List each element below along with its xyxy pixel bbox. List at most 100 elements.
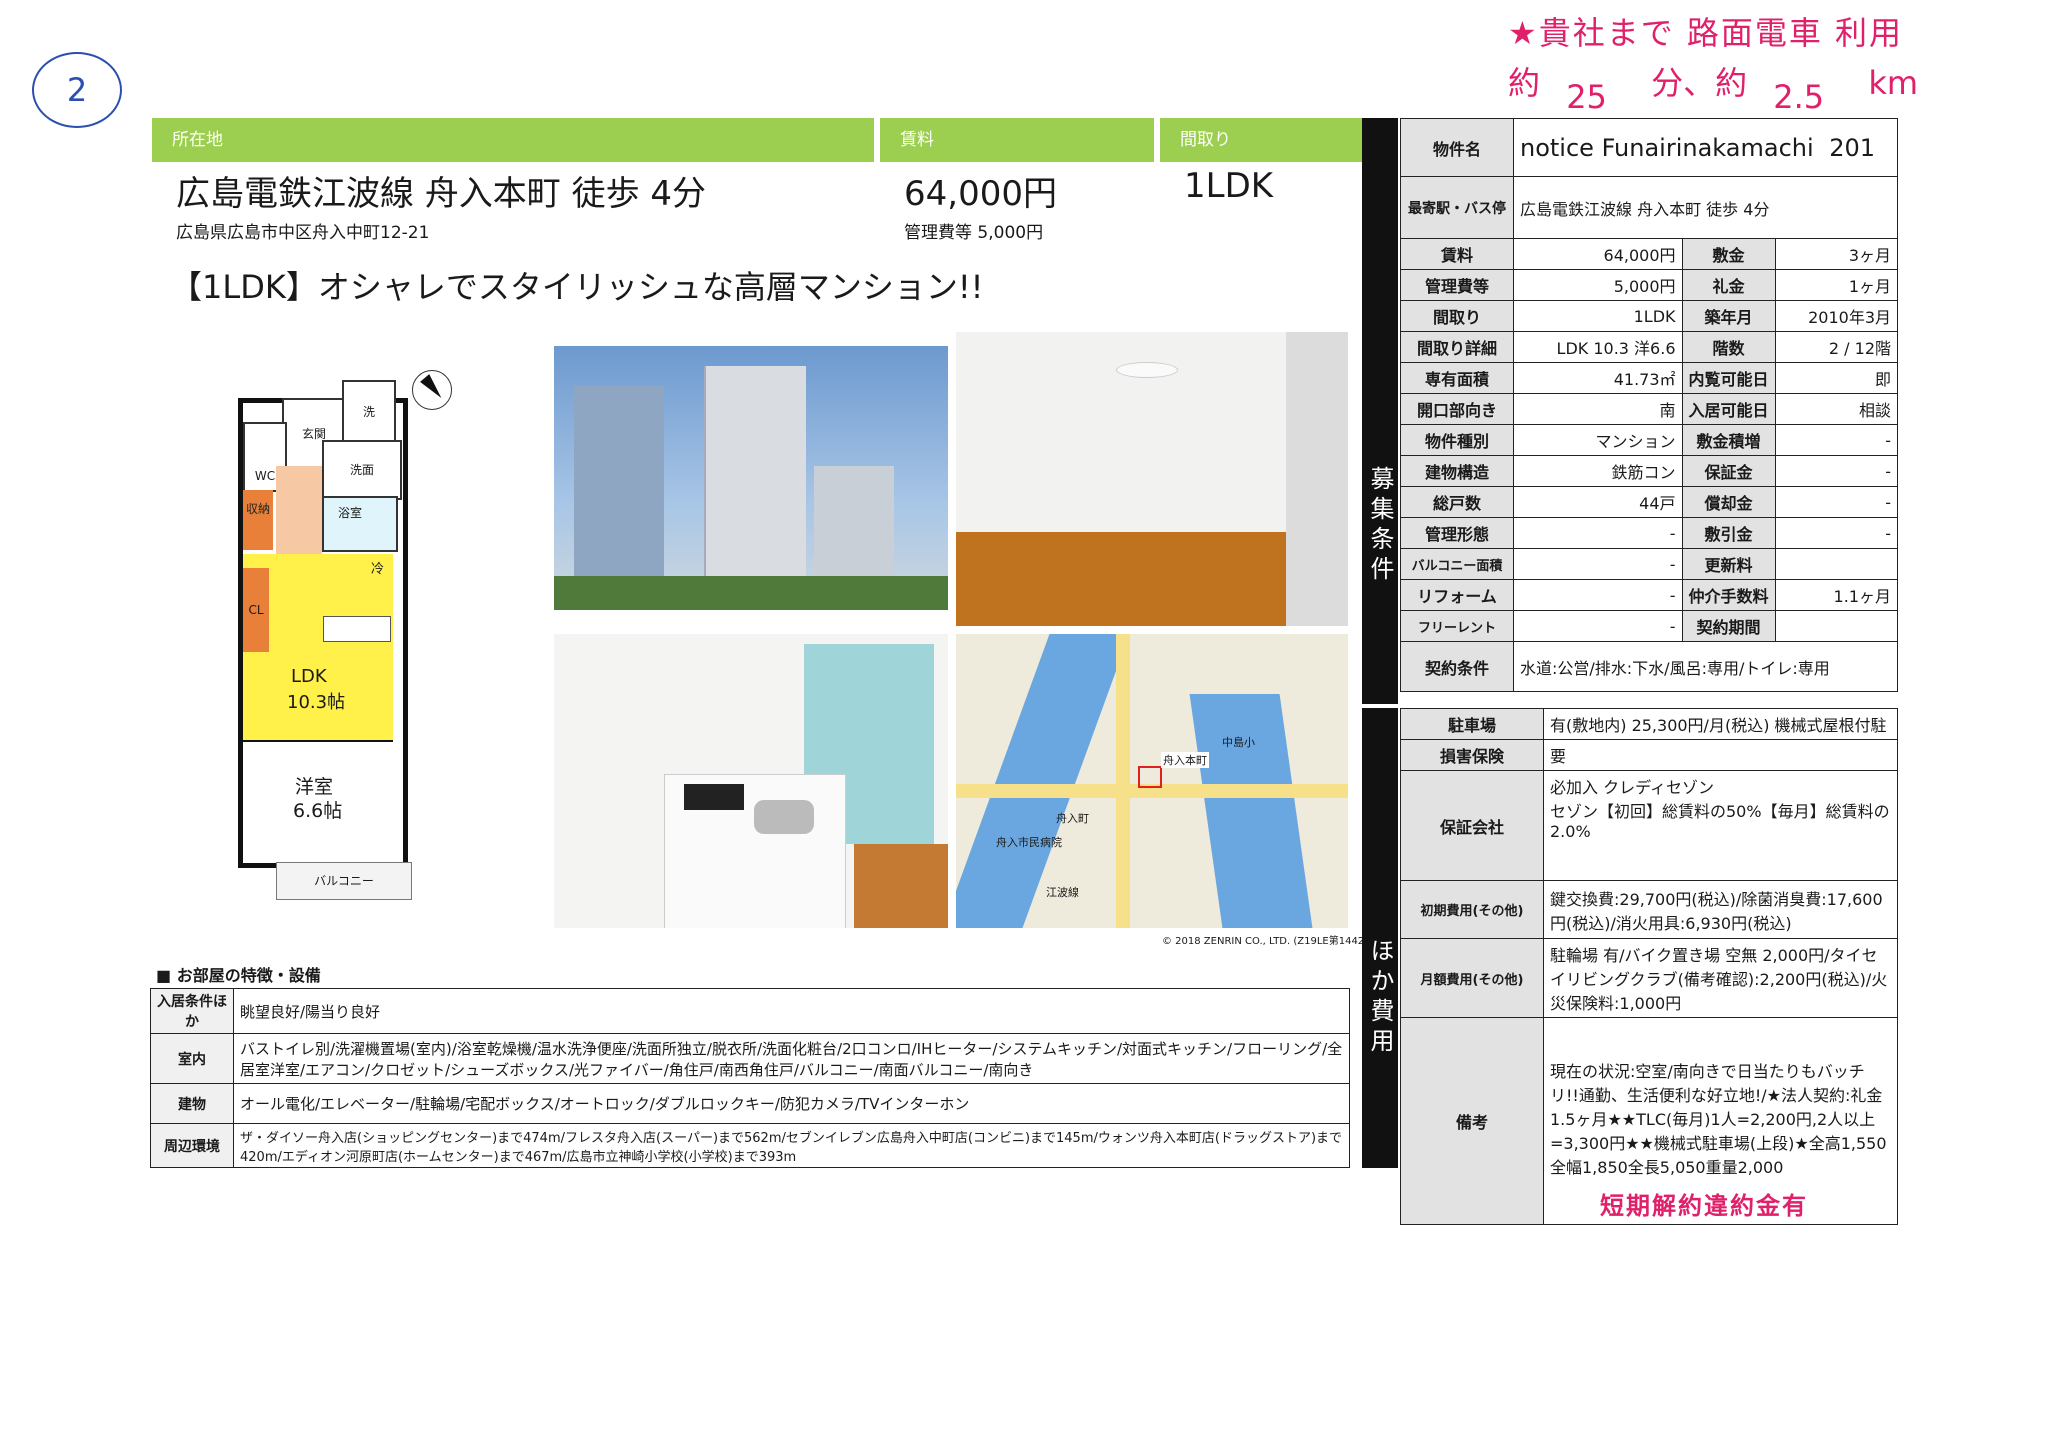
feature-key: 室内	[150, 1033, 234, 1084]
handwritten-prefix: 約	[1508, 64, 1541, 102]
spec-value: -	[1774, 424, 1899, 456]
table-row: 管理形態 - 敷引金 -	[1400, 517, 1899, 549]
spec-key: 階数	[1681, 331, 1776, 363]
table-row: 建物 オール電化/エレベーター/駐輪場/宅配ボックス/オートロック/ダブルロック…	[150, 1083, 1350, 1124]
spec-key: 償却金	[1681, 486, 1776, 518]
wc-label: WC	[254, 469, 276, 483]
spec-key: 敷金	[1681, 238, 1776, 270]
genkan-label: 玄関	[301, 427, 326, 441]
spec-value: マンション	[1513, 424, 1683, 456]
feature-key: 周辺環境	[150, 1123, 234, 1168]
contract-value: 水道:公営/排水:下水/風呂:専用/トイレ:専用	[1513, 641, 1898, 692]
spec-value: -	[1513, 517, 1683, 549]
spec-key: 敷引金	[1681, 517, 1776, 549]
spec-key: 敷金積増	[1681, 424, 1776, 456]
handwritten-distance: 2.5	[1773, 78, 1825, 116]
feature-value: ザ・ダイソー舟入店(ショッピングセンター)まで474m/フレスタ舟入店(スーパー…	[233, 1123, 1350, 1168]
ldk-area: CL 冷 LDK 10.3帖	[243, 554, 393, 743]
table-row: 初期費用(その他) 鍵交換費:29,700円(税込)/除菌消臭費:17,600円(…	[1400, 880, 1898, 939]
features-title: ■ お部屋の特徴・設備	[156, 966, 321, 985]
spec-key: 管理費等	[1400, 269, 1514, 301]
feature-value: バストイレ別/洗濯機置場(室内)/浴室乾燥機/温水洗浄便座/洗面所独立/脱衣所/…	[233, 1033, 1350, 1084]
yoshitsu-size: 6.6帖	[293, 800, 343, 822]
table-row: 駐車場 有(敷地内) 25,300円/月(税込) 機械式屋根付駐	[1400, 708, 1898, 740]
map-label-station: 舟入本町	[1161, 752, 1209, 768]
spec-key: 築年月	[1681, 300, 1776, 332]
bath-area: 浴室	[322, 496, 398, 552]
table-row: 備考 現在の状況:空室/南向きで日当たりもバッチリ!!通勤、生活便利な好立地!/★…	[1400, 1017, 1898, 1225]
feature-key: 建物	[150, 1083, 234, 1124]
spec-value: 2010年3月	[1774, 300, 1899, 332]
layout-value: 1LDK	[1184, 166, 1274, 206]
area-map: 舟入本町 中島小 舟入町 舟入市民病院 江波線	[956, 634, 1348, 928]
cost-key: 損害保険	[1400, 739, 1544, 771]
spec-value: 南	[1513, 393, 1683, 425]
spec-key: 賃料	[1400, 238, 1514, 270]
cost-value: 有(敷地内) 25,300円/月(税込) 機械式屋根付駐	[1543, 708, 1898, 740]
table-row: 総戸数 44戸 償却金 -	[1400, 486, 1899, 518]
spec-key: リフォーム	[1400, 579, 1514, 611]
map-label-town: 舟入町	[1056, 812, 1089, 825]
spec-value: 5,000円	[1513, 269, 1683, 301]
table-row: 間取り 1LDK 築年月 2010年3月	[1400, 300, 1899, 332]
yoshitsu-area: 洋室 6.6帖	[243, 742, 393, 852]
boshu-label: 募集条件	[1362, 118, 1398, 704]
kitchen-photo	[554, 634, 948, 928]
layout-label: 間取り	[1180, 130, 1231, 150]
spec-key: 仲介手数料	[1681, 579, 1776, 611]
spec-value: -	[1513, 610, 1683, 642]
spec-value: 1LDK	[1513, 300, 1683, 332]
spec-value	[1774, 610, 1899, 642]
headline: 【1LDK】オシャレでスタイリッシュな高層マンション!!	[170, 268, 984, 306]
spec-value: 1.1ヶ月	[1774, 579, 1899, 611]
table-row: 建物構造 鉄筋コン 保証金 -	[1400, 455, 1899, 487]
management-fee: 管理費等 5,000円	[904, 223, 1044, 243]
cost-table: 駐車場 有(敷地内) 25,300円/月(税込) 機械式屋根付駐 損害保険要保証会社…	[1400, 708, 1898, 1225]
spec-value: -	[1774, 486, 1899, 518]
feature-value: 眺望良好/陽当り良好	[233, 988, 1350, 1034]
balcony-label: バルコニー	[314, 874, 374, 888]
location-main: 広島電鉄江波線 舟入本町 徒歩 4分	[176, 174, 707, 214]
senmen-label: 洗面	[349, 463, 374, 477]
spec-key: 間取り	[1400, 300, 1514, 332]
contract-key: 契約条件	[1400, 641, 1514, 692]
handwritten-minutes: 25	[1566, 78, 1607, 116]
address: 広島県広島市中区舟入中町12-21	[176, 223, 430, 243]
living-room-photo	[956, 332, 1348, 626]
spec-value: -	[1513, 579, 1683, 611]
table-row: 開口部向き南入居可能日 相談	[1400, 393, 1899, 425]
spec-key: 更新料	[1681, 548, 1776, 580]
spec-key: 入居可能日	[1681, 393, 1776, 425]
handwritten-mid: 分、約	[1651, 64, 1748, 102]
table-row: 間取り詳細 LDK 10.3 洋6.6 階数 2 / 12階	[1400, 331, 1899, 363]
table-row: 損害保険要	[1400, 739, 1898, 771]
features-table: 入居条件ほか 眺望良好/陽当り良好 室内 バストイレ別/洗濯機置場(室内)/浴室…	[150, 988, 1350, 1168]
spec-key: 開口部向き	[1400, 393, 1514, 425]
table-row: 最寄駅・バス停 広島電鉄江波線 舟入本町 徒歩 4分	[1400, 176, 1898, 239]
map-copyright: © 2018 ZENRIN CO., LTD. (Z19LE第1442号)	[1162, 936, 1379, 947]
table-row: 室内 バストイレ別/洗濯機置場(室内)/浴室乾燥機/温水洗浄便座/洗面所独立/脱…	[150, 1033, 1350, 1084]
spec-value: 即	[1774, 362, 1899, 394]
table-row: リフォーム - 仲介手数料 1.1ヶ月	[1400, 579, 1899, 611]
spec-key: 契約期間	[1681, 610, 1776, 642]
location-label-bar: 所在地	[152, 118, 874, 162]
map-label-hospital: 舟入市民病院	[996, 836, 1062, 849]
rent-value: 64,000円	[904, 174, 1057, 214]
balcony-area: バルコニー	[276, 862, 412, 900]
table-row: 専有面積 41.73㎡ 内覧可能日即	[1400, 362, 1899, 394]
spec-key: 総戸数	[1400, 486, 1514, 518]
spec-value: -	[1513, 548, 1683, 580]
cost-value: 要	[1543, 739, 1898, 771]
location-label: 所在地	[172, 130, 223, 150]
cost-key: 備考	[1400, 1017, 1544, 1225]
station-value: 広島電鉄江波線 舟入本町 徒歩 4分	[1513, 176, 1898, 239]
station-key: 最寄駅・バス停	[1400, 176, 1514, 239]
senmen-area: 洗面	[322, 440, 402, 500]
shuno-label: 収納	[245, 502, 270, 516]
spec-key: 物件種別	[1400, 424, 1514, 456]
property-name: notice Funairinakamachi	[1520, 133, 1814, 162]
cl-label: CL	[248, 603, 264, 617]
table-row: 物件種別 マンション 敷金積増 -	[1400, 424, 1899, 456]
table-row: 賃料 64,000円 敷金 3ヶ月	[1400, 238, 1899, 270]
table-row: 契約条件 水道:公営/排水:下水/風呂:専用/トイレ:専用	[1400, 641, 1898, 692]
